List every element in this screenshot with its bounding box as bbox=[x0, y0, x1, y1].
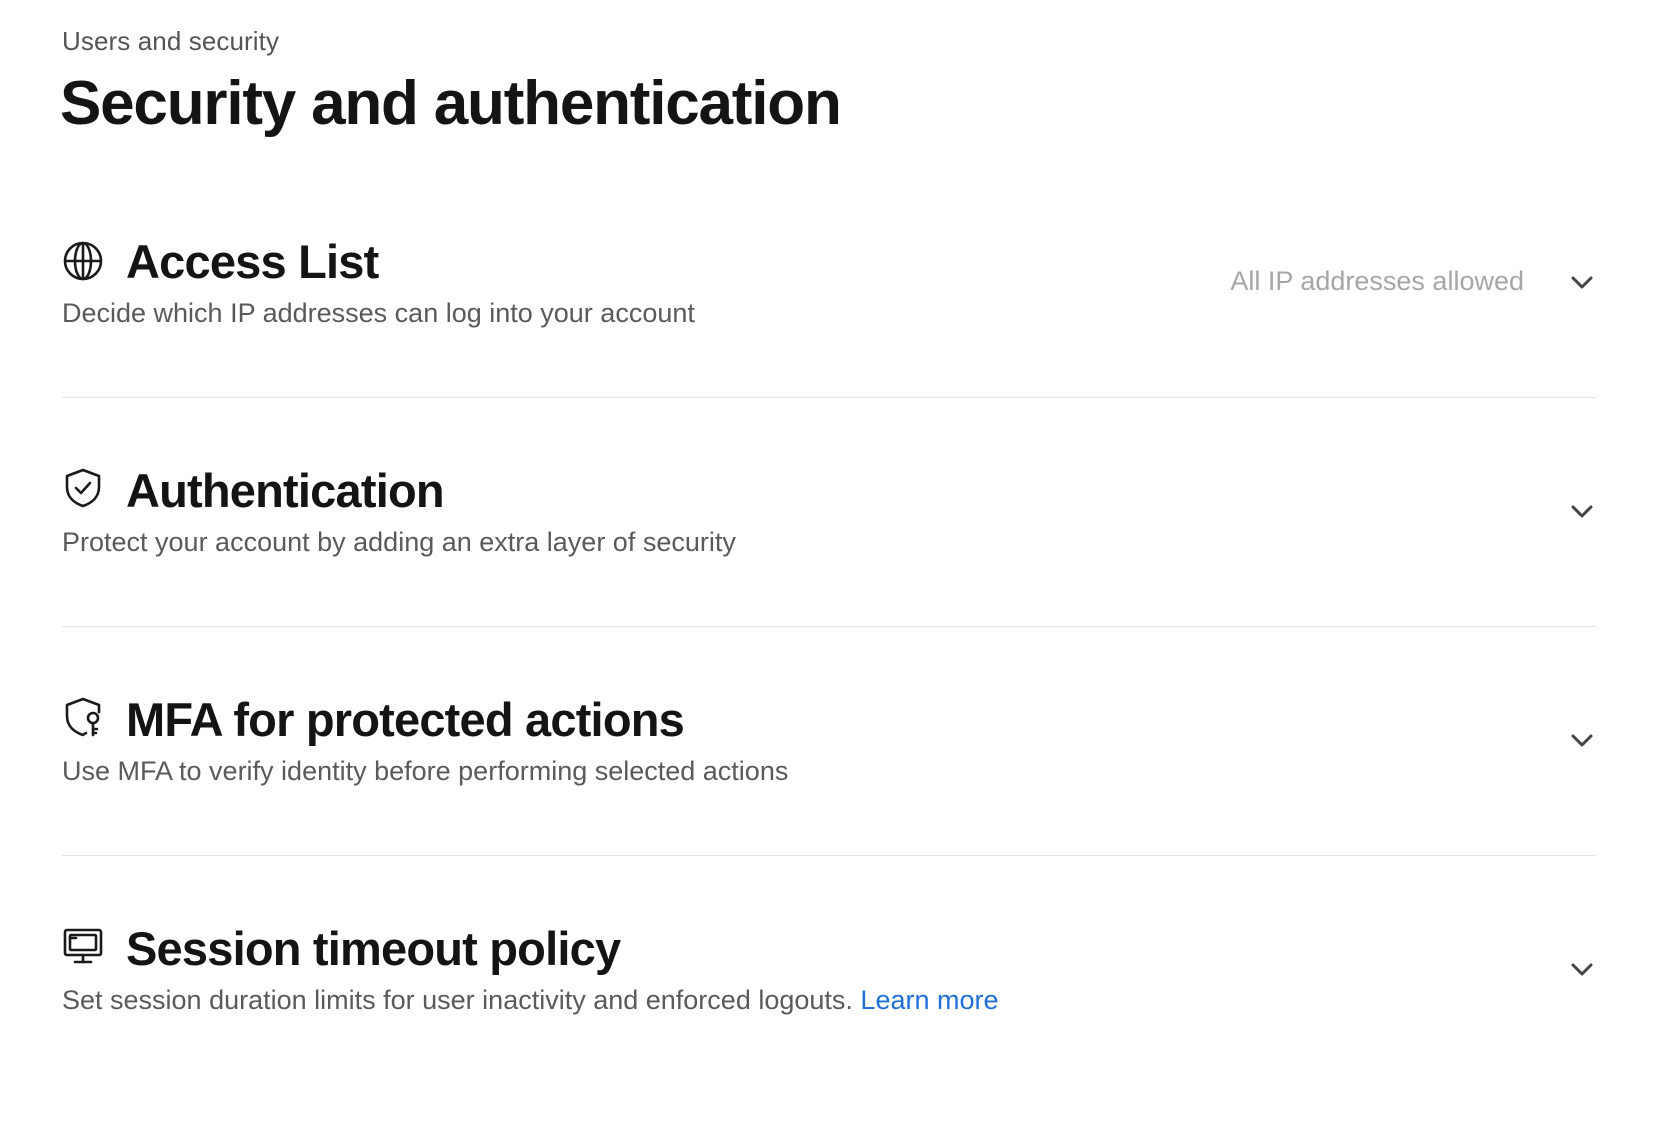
chevron-down-icon[interactable] bbox=[1568, 726, 1596, 754]
section-description: Decide which IP addresses can log into y… bbox=[62, 298, 695, 328]
section-session-timeout[interactable]: Session timeout policy Set session durat… bbox=[62, 909, 1596, 1140]
chevron-down-icon[interactable] bbox=[1568, 497, 1596, 525]
page-title: Security and authentication bbox=[60, 69, 842, 138]
shield-check-icon bbox=[62, 467, 104, 509]
chevron-down-icon[interactable] bbox=[1568, 268, 1596, 296]
section-description: Protect your account by adding an extra … bbox=[62, 527, 736, 557]
section-title: Session timeout policy bbox=[126, 922, 621, 975]
breadcrumb[interactable]: Users and security bbox=[62, 26, 279, 57]
chevron-down-icon[interactable] bbox=[1568, 955, 1596, 983]
section-title: Access List bbox=[126, 235, 379, 288]
section-divider bbox=[62, 855, 1596, 856]
section-divider bbox=[62, 626, 1596, 627]
security-settings-page: Users and security Security and authenti… bbox=[0, 0, 1658, 1140]
section-description: Use MFA to verify identity before perfor… bbox=[62, 756, 789, 786]
globe-icon bbox=[62, 240, 104, 282]
shield-key-icon bbox=[62, 696, 104, 738]
section-description-text: Set session duration limits for user ina… bbox=[62, 985, 853, 1015]
section-title: Authentication bbox=[126, 464, 445, 517]
section-description: Set session duration limits for user ina… bbox=[62, 985, 999, 1016]
monitor-icon bbox=[62, 925, 104, 967]
section-title: MFA for protected actions bbox=[126, 693, 685, 746]
section-access-list[interactable]: Access List Decide which IP addresses ca… bbox=[62, 222, 1596, 465]
section-mfa[interactable]: MFA for protected actions Use MFA to ver… bbox=[62, 680, 1596, 923]
section-divider bbox=[62, 397, 1596, 398]
access-list-status: All IP addresses allowed bbox=[1230, 266, 1524, 296]
section-authentication[interactable]: Authentication Protect your account by a… bbox=[62, 451, 1596, 694]
learn-more-link[interactable]: Learn more bbox=[860, 985, 998, 1015]
